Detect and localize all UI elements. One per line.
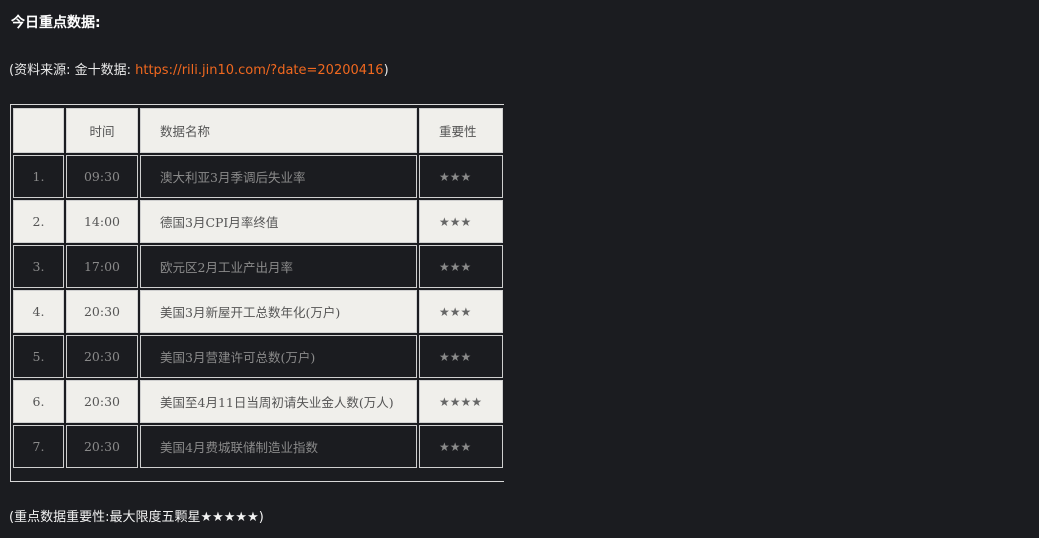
row-importance-stars: ★★★ [419,290,503,333]
row-importance-stars: ★★★ [419,335,503,378]
page-title: 今日重点数据: [11,15,101,31]
table-row: 4. 20:30 美国3月新屋开工总数年化(万户) ★★★ [13,290,503,333]
source-line: (资料来源: 金十数据: https://rili.jin10.com/?dat… [9,61,389,81]
row-index: 5. [13,335,64,378]
row-time: 17:00 [66,245,138,288]
importance-footnote: (重点数据重要性:最大限度五颗星★★★★★) [9,510,264,525]
row-index: 3. [13,245,64,288]
row-name: 德国3月CPI月率终值 [140,200,417,243]
table-row: 1. 09:30 澳大利亚3月季调后失业率 ★★★ [13,155,503,198]
row-importance-stars: ★★★★ [419,380,503,423]
row-importance-stars: ★★★ [419,245,503,288]
table-row: 6. 20:30 美国至4月11日当周初请失业金人数(万人) ★★★★ [13,380,503,423]
row-name: 欧元区2月工业产出月率 [140,245,417,288]
row-time: 20:30 [66,335,138,378]
table-header-row: 时间 数据名称 重要性 [13,108,503,153]
row-name: 美国3月新屋开工总数年化(万户) [140,290,417,333]
row-index: 4. [13,290,64,333]
row-time: 20:30 [66,380,138,423]
row-index: 2. [13,200,64,243]
data-table: 时间 数据名称 重要性 1. 09:30 澳大利亚3月季调后失业率 ★★★ 2.… [11,106,505,470]
table-row: 7. 20:30 美国4月费城联储制造业指数 ★★★ [13,425,503,468]
source-suffix: ) [383,63,389,78]
row-index: 1. [13,155,64,198]
source-prefix: (资料来源: 金十数据: [9,63,136,78]
header-name: 数据名称 [140,108,417,153]
data-table-container: 时间 数据名称 重要性 1. 09:30 澳大利亚3月季调后失业率 ★★★ 2.… [10,104,504,482]
header-index [13,108,64,153]
row-time: 09:30 [66,155,138,198]
row-time: 20:30 [66,425,138,468]
table-row: 3. 17:00 欧元区2月工业产出月率 ★★★ [13,245,503,288]
row-importance-stars: ★★★ [419,155,503,198]
table-row: 2. 14:00 德国3月CPI月率终值 ★★★ [13,200,503,243]
row-name: 美国至4月11日当周初请失业金人数(万人) [140,380,417,423]
row-name: 美国4月费城联储制造业指数 [140,425,417,468]
table-row: 5. 20:30 美国3月营建许可总数(万户) ★★★ [13,335,503,378]
row-index: 6. [13,380,64,423]
row-name: 澳大利亚3月季调后失业率 [140,155,417,198]
header-importance: 重要性 [419,108,503,153]
row-time: 20:30 [66,290,138,333]
row-importance-stars: ★★★ [419,200,503,243]
header-time: 时间 [66,108,138,153]
row-time: 14:00 [66,200,138,243]
row-importance-stars: ★★★ [419,425,503,468]
source-link[interactable]: https://rili.jin10.com/?date=20200416 [135,63,383,78]
row-index: 7. [13,425,64,468]
row-name: 美国3月营建许可总数(万户) [140,335,417,378]
